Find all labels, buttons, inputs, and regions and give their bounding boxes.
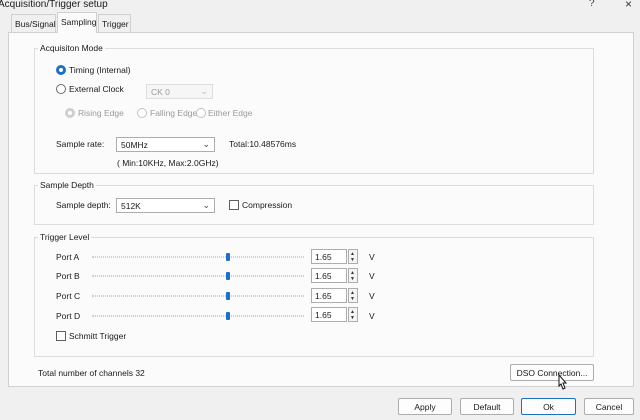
cancel-button[interactable]: Cancel [584,398,634,415]
port-b-value: 1.65 [315,271,332,281]
sample-rate-value: 50MHz [121,140,148,150]
dso-connection-button[interactable]: DSO Connection... [510,364,594,381]
tab-label: Sampling [61,17,97,27]
port-d-unit: V [369,311,375,321]
port-b-label: Port B [56,271,80,281]
port-c-unit: V [369,291,375,301]
arrow-down-icon[interactable]: ▼ [350,315,355,321]
channels-count-text: Total number of channels 32 [38,368,145,378]
sample-depth-label: Sample depth: [56,200,111,210]
title-bar: Acquisition/Trigger setup ? × [0,0,640,12]
trigger-level-title: Trigger Level [38,232,92,242]
port-d-slider[interactable] [92,315,304,317]
port-d-slider-thumb[interactable] [226,312,230,320]
tab-sampling[interactable]: Sampling [57,12,97,33]
mouse-cursor-icon [558,374,568,390]
cancel-label: Cancel [595,402,623,412]
ok-label: Ok [543,402,554,412]
acquisition-mode-title: Acquisiton Mode [38,43,105,53]
sample-depth-value: 512K [121,201,141,211]
port-d-input[interactable]: 1.65 [311,307,347,322]
clock-select-value: CK 0 [151,87,170,97]
tab-trigger[interactable]: Trigger [98,14,131,32]
schmitt-trigger-label: Schmitt Trigger [69,331,127,341]
tab-label: Trigger [102,19,129,29]
port-b-slider[interactable] [92,275,304,277]
port-c-value: 1.65 [315,291,332,301]
clock-select[interactable]: CK 0 ⌄ [146,84,213,99]
arrow-down-icon[interactable]: ▼ [350,257,355,263]
port-a-slider[interactable] [92,256,304,258]
sample-rate-range: ( Min:10KHz, Max:2.0GHz) [117,158,219,168]
tab-label: Bus/Signal [15,19,56,29]
chevron-down-icon: ⌄ [202,139,210,149]
arrow-down-icon[interactable]: ▼ [350,296,355,302]
compression-label: Compression [242,200,293,210]
timing-radio[interactable] [56,65,66,75]
port-a-slider-thumb[interactable] [226,253,230,261]
port-a-input[interactable]: 1.65 [311,249,347,264]
sample-depth-title: Sample Depth [38,180,96,190]
rising-edge-radio[interactable] [65,108,75,118]
port-b-unit: V [369,271,375,281]
either-edge-label: Either Edge [208,108,253,118]
port-c-label: Port C [56,291,81,301]
tab-bus-signal[interactable]: Bus/Signal [11,14,56,32]
sample-depth-select[interactable]: 512K ⌄ [116,198,215,213]
chevron-down-icon: ⌄ [200,86,208,96]
port-c-input[interactable]: 1.65 [311,288,347,303]
close-button[interactable]: × [625,0,632,11]
external-clock-radio[interactable] [56,84,66,94]
apply-label: Apply [414,402,436,412]
port-a-unit: V [369,252,375,262]
timing-label: Timing (Internal) [69,65,131,75]
port-b-slider-thumb[interactable] [226,272,230,280]
rising-edge-label: Rising Edge [78,108,124,118]
falling-edge-radio[interactable] [137,108,147,118]
window-title: Acquisition/Trigger setup [0,0,108,10]
default-label: Default [473,402,501,412]
arrow-down-icon[interactable]: ▼ [350,276,355,282]
either-edge-radio[interactable] [196,108,206,118]
sample-rate-select[interactable]: 50MHz ⌄ [116,137,215,152]
port-b-spinner[interactable]: ▲ ▼ [348,268,358,283]
port-b-input[interactable]: 1.65 [311,268,347,283]
help-button[interactable]: ? [589,0,595,9]
chevron-down-icon: ⌄ [202,200,210,210]
falling-edge-label: Falling Edge [150,108,198,118]
port-a-spinner[interactable]: ▲ ▼ [348,249,358,264]
port-c-slider-thumb[interactable] [226,292,230,300]
port-a-value: 1.65 [315,252,332,262]
total-time-text: Total:10.48576ms [229,139,297,149]
schmitt-trigger-checkbox[interactable] [56,331,66,341]
port-a-label: Port A [56,252,80,262]
compression-checkbox[interactable] [229,200,239,210]
port-d-label: Port D [56,311,81,321]
apply-button[interactable]: Apply [398,398,452,415]
dso-connection-label: DSO Connection... [516,368,588,378]
sample-rate-label: Sample rate: [56,139,105,149]
port-c-spinner[interactable]: ▲ ▼ [348,288,358,303]
port-d-value: 1.65 [315,310,332,320]
port-d-spinner[interactable]: ▲ ▼ [348,307,358,322]
port-c-slider[interactable] [92,295,304,297]
default-button[interactable]: Default [460,398,514,415]
ok-button[interactable]: Ok [521,398,576,415]
external-clock-label: External Clock [69,84,124,94]
